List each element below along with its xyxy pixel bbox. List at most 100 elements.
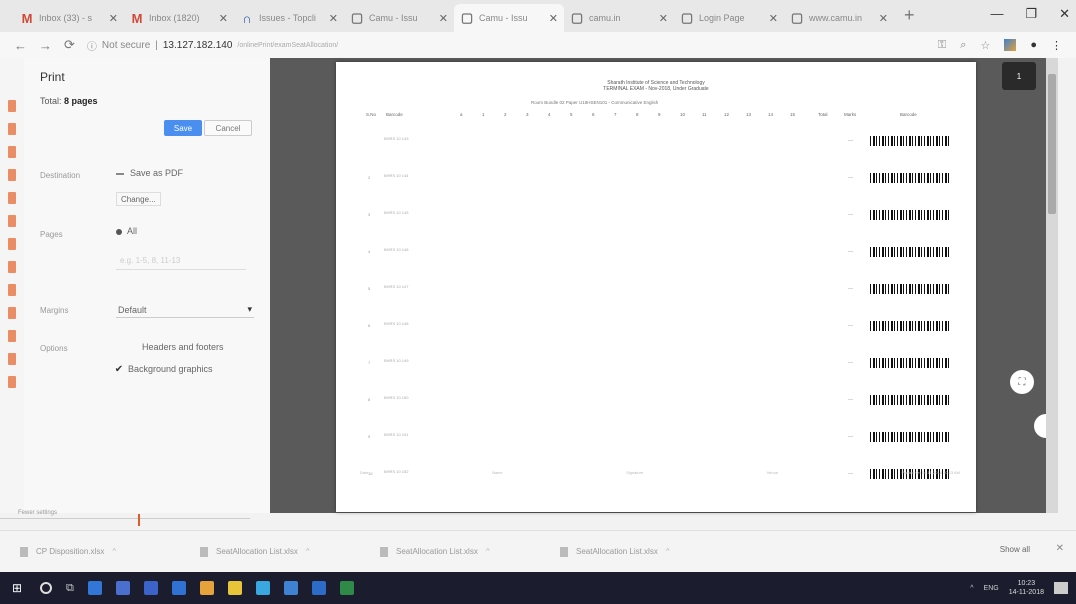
col-barcode-left: Barcode <box>386 112 403 117</box>
tab-close-icon[interactable]: ✕ <box>219 12 228 25</box>
bookmark-icon[interactable] <box>8 238 16 250</box>
margins-select[interactable]: Default ▾ <box>116 302 254 318</box>
chevron-up-icon[interactable]: ^ <box>306 547 310 556</box>
back-icon[interactable]: ← <box>14 38 27 53</box>
bookmark-sidebar <box>0 58 24 513</box>
clock[interactable]: 10:23 14-11-2018 <box>1009 579 1044 597</box>
bookmark-icon[interactable] <box>8 330 16 342</box>
scrollbar-thumb[interactable] <box>1048 74 1056 214</box>
document-footer: Date Name Signature Venue Printed On 14-11-2… <box>360 470 960 475</box>
download-item[interactable]: SeatAllocation List.xlsx ^ <box>560 546 718 557</box>
tab-favicon-icon: ▢ <box>570 10 584 25</box>
download-item[interactable]: CP Disposition.xlsx ^ <box>20 546 178 557</box>
tab-close-icon[interactable]: ✕ <box>549 12 558 25</box>
show-all-button[interactable]: Show all <box>1000 545 1030 554</box>
language-indicator[interactable]: ENG <box>984 585 999 592</box>
tab[interactable]: ▢ Login Page ✕ <box>674 4 784 32</box>
background-graphics-checkbox[interactable]: ✔ Background graphics <box>114 364 213 375</box>
cortana-icon[interactable] <box>40 582 52 594</box>
excel-icon[interactable] <box>339 581 354 595</box>
col-barcode-right: Barcode <box>900 112 917 117</box>
download-item[interactable]: SeatAllocation List.xlsx ^ <box>380 546 538 557</box>
bookmark-icon[interactable] <box>8 169 16 181</box>
fewer-settings-link[interactable]: Fewer settings <box>0 510 250 518</box>
change-destination-button[interactable]: Change... <box>116 192 161 206</box>
tab-close-icon[interactable]: ✕ <box>329 12 338 25</box>
tab-label: Camu - Issu <box>369 13 418 23</box>
footer-field: Date <box>360 470 369 475</box>
minimize-icon[interactable]: — <box>990 6 1003 22</box>
document-subheading: Room Bundle 02 Paper U18HSEN101 - Commun… <box>531 100 659 105</box>
info-icon[interactable]: ⓘ <box>87 38 97 53</box>
download-item[interactable]: SeatAllocation List.xlsx ^ <box>200 546 358 557</box>
row-code: BHRS 10 147 <box>384 284 409 289</box>
edge-icon[interactable] <box>87 581 102 595</box>
close-downloads-icon[interactable]: ✕ <box>1056 543 1064 554</box>
key-icon[interactable]: ⚿ <box>938 39 946 52</box>
tab-close-icon[interactable]: ✕ <box>659 12 668 25</box>
tab[interactable]: ∩ Issues - Topcli ✕ <box>234 4 344 32</box>
headers-footers-checkbox[interactable]: Headers and footers <box>128 342 224 352</box>
restore-icon[interactable]: ❐ <box>1025 6 1037 22</box>
star-icon[interactable]: ☆ <box>980 39 990 52</box>
col-question: 1 <box>482 112 485 117</box>
menu-icon[interactable]: ⋮ <box>1051 39 1062 52</box>
tab[interactable]: ▢ www.camu.in ✕ <box>784 4 894 32</box>
extension-icon[interactable] <box>1004 39 1017 51</box>
forward-icon[interactable]: → <box>39 38 52 53</box>
bookmark-icon[interactable] <box>8 261 16 273</box>
tab[interactable]: M Inbox (1820) ✕ <box>124 4 234 32</box>
address-bar[interactable]: ⓘ Not secure | 13.127.182.140 /onlinePri… <box>87 38 926 53</box>
bookmark-icon[interactable] <box>8 307 16 319</box>
chrome-icon[interactable] <box>199 581 214 595</box>
url-host: 13.127.182.140 <box>162 39 233 51</box>
pages-all-radio[interactable]: All <box>116 226 137 236</box>
chevron-up-icon[interactable]: ^ <box>112 547 116 556</box>
chevron-up-icon[interactable]: ^ <box>666 547 670 556</box>
close-window-icon[interactable]: ✕ <box>1059 6 1070 22</box>
barcode-image <box>870 210 950 220</box>
pages-range-input[interactable]: e.g. 1-5, 8, 11-13 <box>116 254 246 270</box>
save-button[interactable]: Save <box>164 120 202 136</box>
search-icon[interactable]: ⌕ <box>960 39 966 52</box>
app-icon[interactable] <box>283 581 298 595</box>
windows-start-icon[interactable]: ⊞ <box>12 581 26 595</box>
bookmark-icon[interactable] <box>8 353 16 365</box>
excel-file-icon <box>560 546 568 557</box>
bookmark-icon[interactable] <box>8 123 16 135</box>
fit-to-page-button[interactable]: ⛶ <box>1010 370 1034 394</box>
tab[interactable]: ▢ Camu - Issu ✕ <box>344 4 454 32</box>
new-tab-button[interactable]: + <box>894 5 925 32</box>
reload-icon[interactable]: ⟳ <box>64 37 75 53</box>
chevron-up-icon[interactable]: ^ <box>486 547 490 556</box>
bookmark-icon[interactable] <box>8 215 16 227</box>
tab-close-icon[interactable]: ✕ <box>879 12 888 25</box>
bookmark-icon[interactable] <box>8 192 16 204</box>
cancel-button[interactable]: Cancel <box>204 120 252 136</box>
bookmark-icon[interactable] <box>8 100 16 112</box>
folder-icon[interactable] <box>115 581 130 595</box>
tab-close-icon[interactable]: ✕ <box>439 12 448 25</box>
tab-close-icon[interactable]: ✕ <box>109 12 118 25</box>
store-icon[interactable] <box>143 581 158 595</box>
profile-icon[interactable]: ● <box>1030 39 1037 51</box>
mail-icon[interactable] <box>171 581 186 595</box>
toolbar-actions: ⚿ ⌕ ☆ ● ⋮ <box>938 39 1062 52</box>
preview-scrollbar[interactable] <box>1046 58 1058 513</box>
outlook-icon[interactable] <box>311 581 326 595</box>
notifications-icon[interactable] <box>1054 582 1068 594</box>
tab[interactable]: ▢ Camu - Issu ✕ <box>454 4 564 32</box>
footer-field: Venue <box>766 470 779 475</box>
skype-icon[interactable] <box>255 581 270 595</box>
bookmark-icon[interactable] <box>8 376 16 388</box>
tab[interactable]: ▢ camu.in ✕ <box>564 4 674 32</box>
tab[interactable]: M Inbox (33) - s ✕ <box>14 4 124 32</box>
files-icon[interactable] <box>227 581 242 595</box>
tab-close-icon[interactable]: ✕ <box>769 12 778 25</box>
taskbar: ⊞ ⧉ ^ ENG 10:23 14-11-2018 <box>0 572 1076 604</box>
resize-handle[interactable] <box>138 514 140 526</box>
task-view-icon[interactable]: ⧉ <box>66 582 74 595</box>
bookmark-icon[interactable] <box>8 146 16 158</box>
tray-arrow-icon[interactable]: ^ <box>970 585 973 592</box>
bookmark-icon[interactable] <box>8 284 16 296</box>
